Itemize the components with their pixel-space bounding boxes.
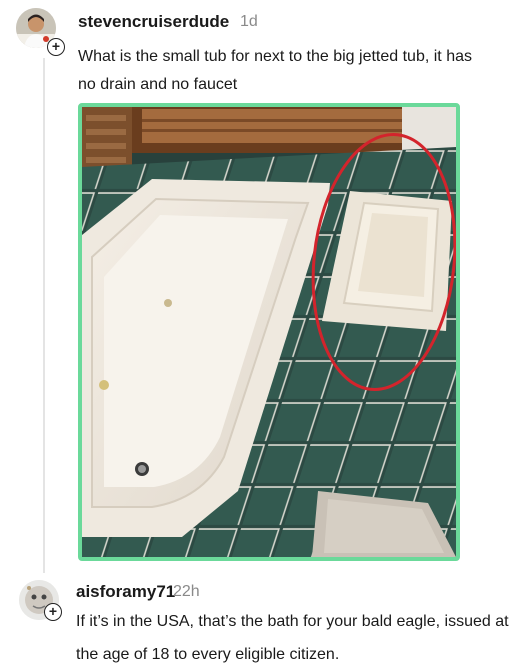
follow-plus-icon[interactable]: +	[47, 38, 65, 56]
bathroom-photo-icon	[82, 107, 456, 557]
post-username[interactable]: stevencruiserdude	[78, 12, 229, 32]
post-image[interactable]	[78, 103, 460, 561]
post-timestamp: 1d	[240, 13, 258, 30]
reply-text: If it’s in the USA, that’s the bath for …	[76, 613, 509, 663]
reply-timestamp: 22h	[173, 583, 200, 600]
reply-username[interactable]: aisforamy71	[76, 582, 175, 602]
thread-line	[43, 58, 45, 573]
follow-plus-icon[interactable]: +	[44, 603, 62, 621]
post-text: What is the small tub for next to the bi…	[78, 48, 472, 93]
